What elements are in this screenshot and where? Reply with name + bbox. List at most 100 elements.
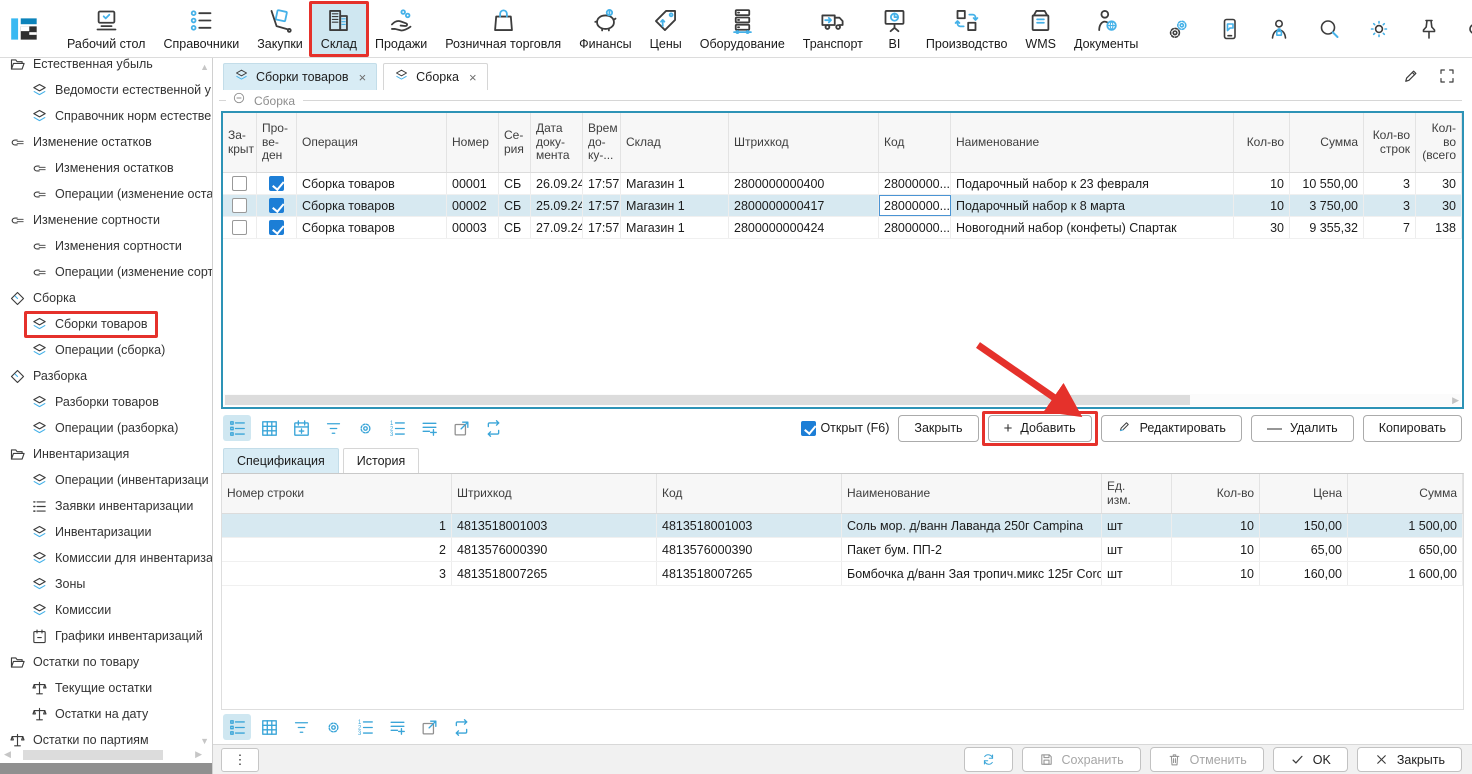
tab-history[interactable]: История <box>343 448 419 473</box>
closed-checkbox[interactable] <box>232 198 247 213</box>
tab-close-icon[interactable]: × <box>469 70 477 85</box>
column-header[interactable]: Кол-во строк <box>1364 113 1416 172</box>
column-header[interactable]: Кол-во <box>1234 113 1290 172</box>
view-grid-icon[interactable] <box>255 714 283 740</box>
table-row[interactable]: 248135760003904813576000390Пакет бум. ПП… <box>222 538 1463 562</box>
close-record-button[interactable]: Закрыть <box>898 415 978 442</box>
num-list-icon[interactable]: 123 <box>351 714 379 740</box>
feedback-icon[interactable] <box>1217 17 1241 41</box>
column-header[interactable]: Сумма <box>1290 113 1364 172</box>
nav-item-wms[interactable]: WMS <box>1016 2 1065 56</box>
nav-item-desktop[interactable]: Рабочий стол <box>58 2 154 56</box>
nav-item-warehouse[interactable]: Склад <box>312 2 366 56</box>
column-header[interactable]: Врем до- ку-... <box>583 113 621 172</box>
column-header[interactable]: Цена <box>1260 474 1348 513</box>
tab-specification[interactable]: Спецификация <box>223 448 339 473</box>
open-external-icon[interactable] <box>415 714 443 740</box>
view-list-icon[interactable] <box>223 714 251 740</box>
sidebar-item[interactable]: Операции (изменение сорт <box>0 259 212 285</box>
table-horizontal-scrollbar[interactable]: ▶ <box>224 394 1461 406</box>
sidebar-item[interactable]: Остатки на дату <box>0 701 212 727</box>
tab-close-icon[interactable]: × <box>359 70 367 85</box>
column-header[interactable]: Ед. изм. <box>1102 474 1172 513</box>
refresh-loop-icon[interactable] <box>479 415 507 441</box>
sidebar-item[interactable]: Операции (инвентаризаци <box>0 467 212 493</box>
column-header[interactable]: Операция <box>297 113 447 172</box>
column-header[interactable]: Се- рия <box>499 113 531 172</box>
more-menu-button[interactable]: ⋮ <box>221 748 259 772</box>
user-icon[interactable] <box>1267 17 1291 41</box>
sidebar-item[interactable]: Операции (разборка) <box>0 415 212 441</box>
scroll-left-icon[interactable]: ◀ <box>4 749 11 760</box>
sidebar-item[interactable]: Изменение остатков <box>0 129 212 155</box>
cancel-button[interactable]: Отменить <box>1150 747 1264 772</box>
sidebar-item[interactable]: Разборка <box>0 363 212 389</box>
view-grid-icon[interactable] <box>255 415 283 441</box>
sidebar-item[interactable]: Остатки по товару <box>0 649 212 675</box>
column-header[interactable]: Наименование <box>951 113 1234 172</box>
posted-checkbox[interactable] <box>269 176 284 191</box>
scroll-up-icon[interactable]: ▲ <box>200 62 209 72</box>
sidebar-item[interactable]: Заявки инвентаризации <box>0 493 212 519</box>
open-checkbox[interactable] <box>801 421 816 436</box>
sidebar-horizontal-scrollbar[interactable]: ◀ ▶ <box>0 747 206 762</box>
num-list-icon[interactable]: 123 <box>383 415 411 441</box>
nav-item-prices[interactable]: Цены <box>641 2 691 56</box>
tab-assemblies[interactable]: Сборки товаров× <box>223 63 377 90</box>
nav-item-retail[interactable]: Розничная торговля <box>436 2 570 56</box>
column-header[interactable]: Наименование <box>842 474 1102 513</box>
column-header[interactable]: Код <box>879 113 951 172</box>
add-record-button[interactable]: +Добавить <box>988 415 1092 442</box>
column-header[interactable]: Номер строки <box>222 474 452 513</box>
gear-icon[interactable] <box>351 415 379 441</box>
sidebar-item[interactable]: Сборки товаров <box>0 311 212 337</box>
copy-record-button[interactable]: Копировать <box>1363 415 1462 442</box>
open-external-icon[interactable] <box>447 415 475 441</box>
column-header[interactable]: Дата доку- мента <box>531 113 583 172</box>
column-header[interactable]: Кол-во (всего <box>1416 113 1462 172</box>
view-calendar-icon[interactable] <box>287 415 315 441</box>
nav-item-bi[interactable]: BI <box>872 2 917 56</box>
column-header[interactable]: Кол-во <box>1172 474 1260 513</box>
posted-checkbox[interactable] <box>269 198 284 213</box>
nav-item-documents[interactable]: Документы <box>1065 2 1147 56</box>
nav-item-purchases[interactable]: Закупки <box>248 2 312 56</box>
nav-item-transport[interactable]: Транспорт <box>794 2 872 56</box>
column-header[interactable]: Код <box>657 474 842 513</box>
close-button[interactable]: Закрыть <box>1357 747 1462 772</box>
column-header[interactable]: Сумма <box>1348 474 1463 513</box>
sidebar-item[interactable]: Изменение сортности <box>0 207 212 233</box>
sidebar-item[interactable]: Естественная убыль <box>0 58 212 77</box>
table-row[interactable]: Сборка товаров00003СБ27.09.2417:57Магази… <box>223 217 1462 239</box>
gear-icon[interactable] <box>319 714 347 740</box>
nav-item-production[interactable]: Производство <box>917 2 1017 56</box>
delete-record-button[interactable]: —Удалить <box>1251 415 1354 442</box>
posted-checkbox[interactable] <box>269 220 284 235</box>
closed-checkbox[interactable] <box>232 176 247 191</box>
table-row[interactable]: 348135180072654813518007265Бомбочка д/ва… <box>222 562 1463 586</box>
table-row[interactable]: 148135180010034813518001003Соль мор. д/в… <box>222 514 1463 538</box>
refresh-loop-icon[interactable] <box>447 714 475 740</box>
scroll-down-icon[interactable]: ▼ <box>200 736 209 746</box>
column-header[interactable]: Склад <box>621 113 729 172</box>
scrollbar-thumb[interactable] <box>225 395 1190 405</box>
scroll-right-icon[interactable]: ▶ <box>195 749 202 760</box>
sidebar-item[interactable]: Зоны <box>0 571 212 597</box>
filter-icon[interactable] <box>319 415 347 441</box>
save-button[interactable]: Сохранить <box>1022 747 1141 772</box>
sidebar-item[interactable]: Изменения остатков <box>0 155 212 181</box>
ok-button[interactable]: OK <box>1273 747 1348 772</box>
sidebar-item[interactable]: Текущие остатки <box>0 675 212 701</box>
scroll-right-icon[interactable]: ▶ <box>1452 395 1461 406</box>
scrollbar-thumb[interactable] <box>23 750 163 760</box>
edit-icon[interactable] <box>1402 67 1420 85</box>
nav-item-finance[interactable]: Финансы <box>570 2 640 56</box>
closed-checkbox[interactable] <box>232 220 247 235</box>
nav-item-sales[interactable]: Продажи <box>366 2 436 56</box>
edit-record-button[interactable]: Редактировать <box>1101 415 1242 442</box>
nav-item-directories[interactable]: Справочники <box>154 2 248 56</box>
sidebar-item[interactable]: Разборки товаров <box>0 389 212 415</box>
sidebar-item[interactable]: Инвентаризация <box>0 441 212 467</box>
theme-icon[interactable] <box>1367 17 1391 41</box>
maximize-icon[interactable] <box>1438 67 1456 85</box>
